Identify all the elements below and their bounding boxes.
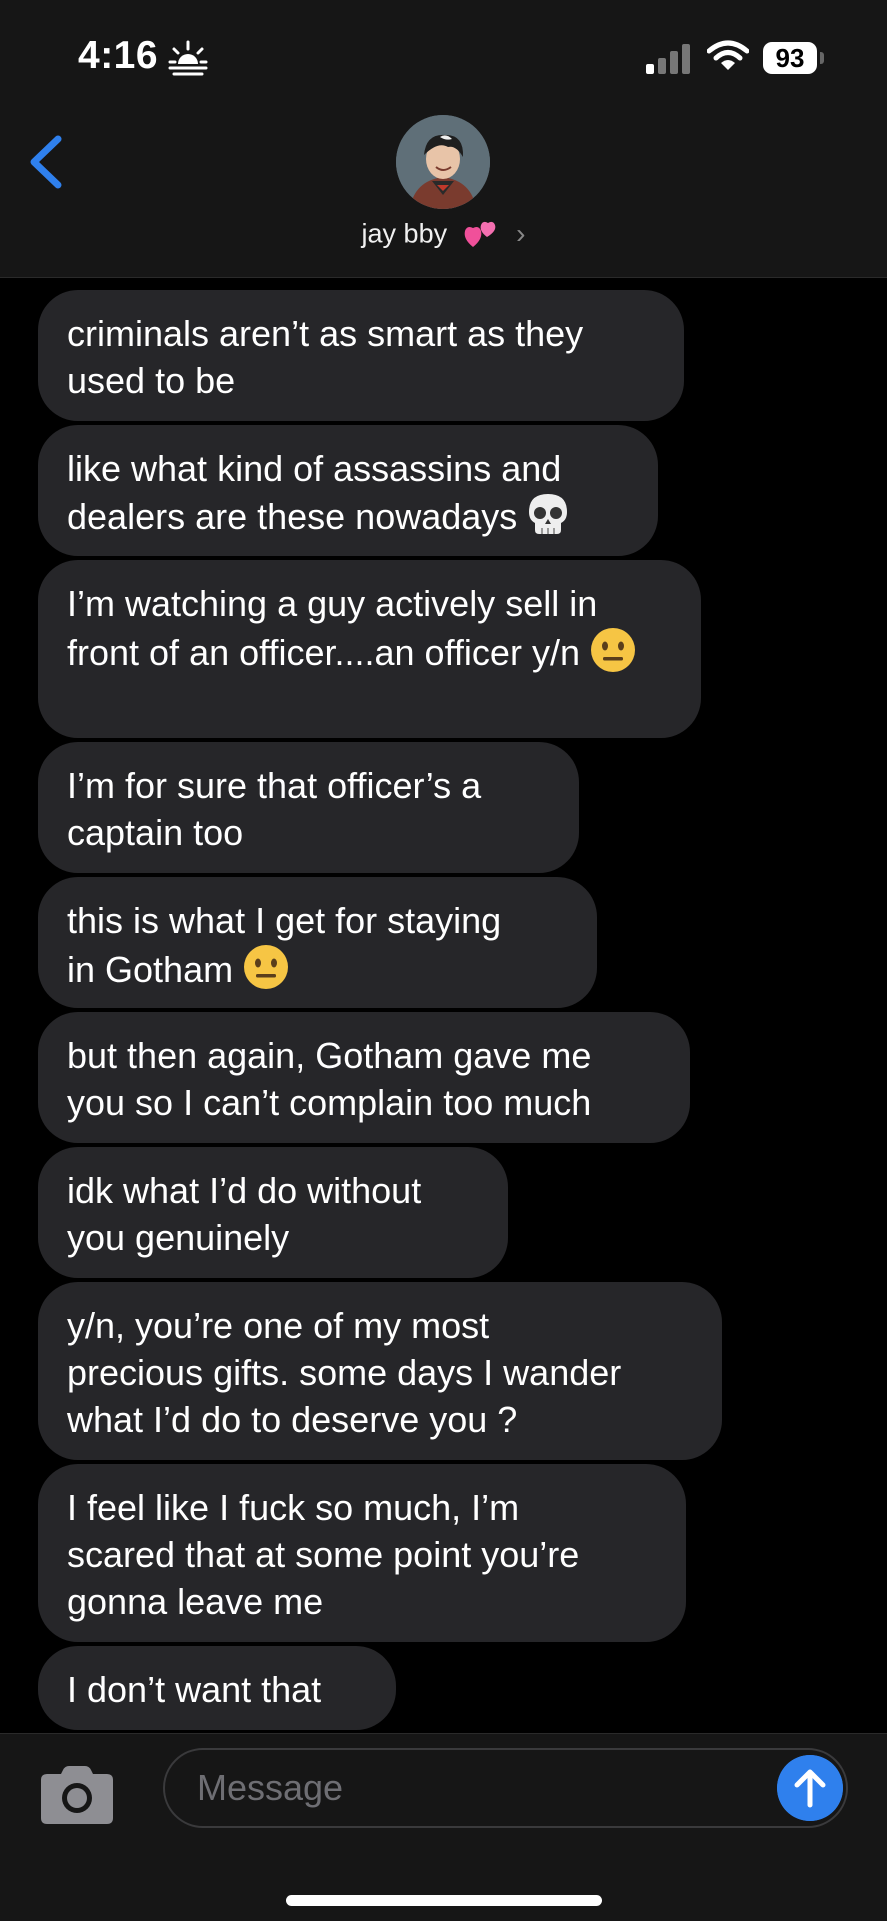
- avatar[interactable]: [396, 115, 490, 209]
- message-bubble-received[interactable]: criminals aren’t as smart as they used t…: [38, 290, 684, 421]
- message-bubble-received[interactable]: I don’t want that: [38, 1646, 396, 1730]
- message-text: I’m for sure that officer’s a captain to…: [67, 765, 482, 853]
- message-bubble-received[interactable]: idk what I’d do without you genuinely: [38, 1147, 508, 1278]
- wifi-icon: [707, 40, 749, 70]
- contact-name: jay bby: [361, 218, 448, 249]
- message-text: I’m watching a guy actively sell in fron…: [67, 583, 598, 674]
- status-bar: 4:16 93: [0, 0, 887, 115]
- neutral-face-emoji: [590, 627, 636, 684]
- message-bubble-received[interactable]: y/n, you’re one of my most precious gift…: [38, 1282, 722, 1460]
- sunrise-icon: [168, 40, 208, 76]
- battery-icon: 93: [763, 42, 817, 74]
- neutral-face-emoji: [243, 944, 289, 1001]
- message-bubble-received[interactable]: I feel like I fuck so much, I’m scared t…: [38, 1464, 686, 1642]
- message-bubble-received[interactable]: I’m watching a guy actively sell in fron…: [38, 560, 701, 738]
- message-text: like what kind of assassins and dealers …: [67, 448, 562, 538]
- camera-icon[interactable]: [39, 1764, 115, 1826]
- signal-icon: [646, 44, 690, 74]
- contact-info-button[interactable]: jay bby ›: [0, 217, 887, 250]
- battery-tip: [820, 52, 824, 64]
- status-time: 4:16: [78, 34, 159, 77]
- two-hearts-emoji: [464, 221, 495, 247]
- composer-bar: [0, 1733, 887, 1921]
- message-bubble-received[interactable]: but then again, Gotham gave me you so I …: [38, 1012, 690, 1143]
- message-text: criminals aren’t as smart as they used t…: [67, 313, 584, 401]
- message-bubble-received[interactable]: I’m for sure that officer’s a captain to…: [38, 742, 579, 873]
- message-thread[interactable]: criminals aren’t as smart as they used t…: [0, 278, 887, 1733]
- chevron-right-icon: ›: [516, 217, 526, 249]
- send-arrow-icon[interactable]: [777, 1755, 843, 1821]
- message-text: y/n, you’re one of my most precious gift…: [67, 1305, 622, 1440]
- message-text: idk what I’d do without you genuinely: [67, 1170, 422, 1258]
- back-chevron-icon[interactable]: [22, 127, 72, 197]
- conversation-header: jay bby ›: [0, 115, 887, 278]
- home-indicator: [286, 1895, 602, 1906]
- message-bubble-received[interactable]: like what kind of assassins and dealers …: [38, 425, 658, 556]
- message-input[interactable]: [163, 1748, 848, 1828]
- message-text: but then again, Gotham gave me you so I …: [67, 1035, 592, 1123]
- message-bubble-received[interactable]: this is what I get for staying in Gotham: [38, 877, 597, 1008]
- skull-emoji: [527, 492, 569, 547]
- message-text: I feel like I fuck so much, I’m scared t…: [67, 1487, 580, 1622]
- message-text: I don’t want that: [67, 1669, 322, 1710]
